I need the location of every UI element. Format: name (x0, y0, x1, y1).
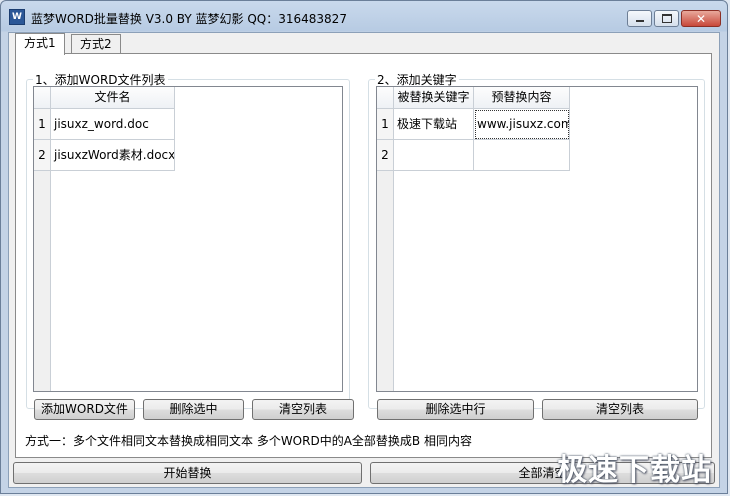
row-number[interactable]: 2 (34, 140, 51, 171)
word-app-icon: W (9, 9, 25, 25)
grid-corner (377, 87, 394, 109)
tab-mode-1[interactable]: 方式1 (15, 33, 65, 55)
clear-keyword-list-button[interactable]: 清空列表 (542, 399, 698, 420)
minimize-icon (635, 20, 644, 22)
replace-cell[interactable]: www.jisuxz.com (474, 109, 570, 140)
grid-corner (34, 87, 51, 109)
client-area: 方式1 方式2 1、添加WORD文件列表 文件名 1 jisuxz_word.d… (8, 32, 720, 488)
clear-file-list-button[interactable]: 清空列表 (252, 399, 354, 420)
column-header-replace[interactable]: 预替换内容 (474, 87, 570, 109)
delete-selected-row-button[interactable]: 删除选中行 (377, 399, 534, 420)
site-watermark: 极速下载站 (557, 453, 712, 488)
mode-description: 方式一：多个文件相同文本替换成相同文本 多个WORD中的A全部替换成B 相同内容 (25, 434, 472, 448)
row-number[interactable]: 1 (34, 109, 51, 140)
start-replace-button[interactable]: 开始替换 (13, 462, 362, 484)
title-bar[interactable]: W 蓝梦WORD批量替换 V3.0 BY 蓝梦幻影 QQ：316483827 ✕ (1, 1, 727, 33)
column-header-find[interactable]: 被替换关键字 (394, 87, 474, 109)
tab-mode-2[interactable]: 方式2 (71, 34, 121, 54)
app-window: W 蓝梦WORD批量替换 V3.0 BY 蓝梦幻影 QQ：316483827 ✕… (0, 0, 728, 494)
close-button[interactable]: ✕ (681, 10, 721, 27)
add-word-file-button[interactable]: 添加WORD文件 (34, 399, 135, 420)
delete-selected-button[interactable]: 删除选中 (143, 399, 244, 420)
minimize-button[interactable] (627, 10, 652, 27)
tab-page-mode-1: 1、添加WORD文件列表 文件名 1 jisuxz_word.doc 2 jis… (15, 53, 712, 458)
maximize-icon (661, 14, 672, 23)
column-header-filename[interactable]: 文件名 (51, 87, 175, 109)
file-cell[interactable]: jisuxzWord素材.docx (51, 140, 175, 171)
maximize-button[interactable] (654, 10, 679, 27)
replace-cell[interactable] (474, 140, 570, 171)
row-number[interactable]: 1 (377, 109, 394, 140)
find-cell[interactable] (394, 140, 474, 171)
files-grid[interactable]: 文件名 1 jisuxz_word.doc 2 jisuxzWord素材.doc… (33, 86, 343, 392)
keywords-grid[interactable]: 被替换关键字 预替换内容 1 极速下载站 www.jisuxz.com 2 (376, 86, 698, 392)
find-cell[interactable]: 极速下载站 (394, 109, 474, 140)
window-title: 蓝梦WORD批量替换 V3.0 BY 蓝梦幻影 QQ：316483827 (31, 12, 347, 26)
row-number[interactable]: 2 (377, 140, 394, 171)
window-controls: ✕ (625, 10, 721, 27)
file-cell[interactable]: jisuxz_word.doc (51, 109, 175, 140)
close-icon: ✕ (695, 11, 707, 26)
